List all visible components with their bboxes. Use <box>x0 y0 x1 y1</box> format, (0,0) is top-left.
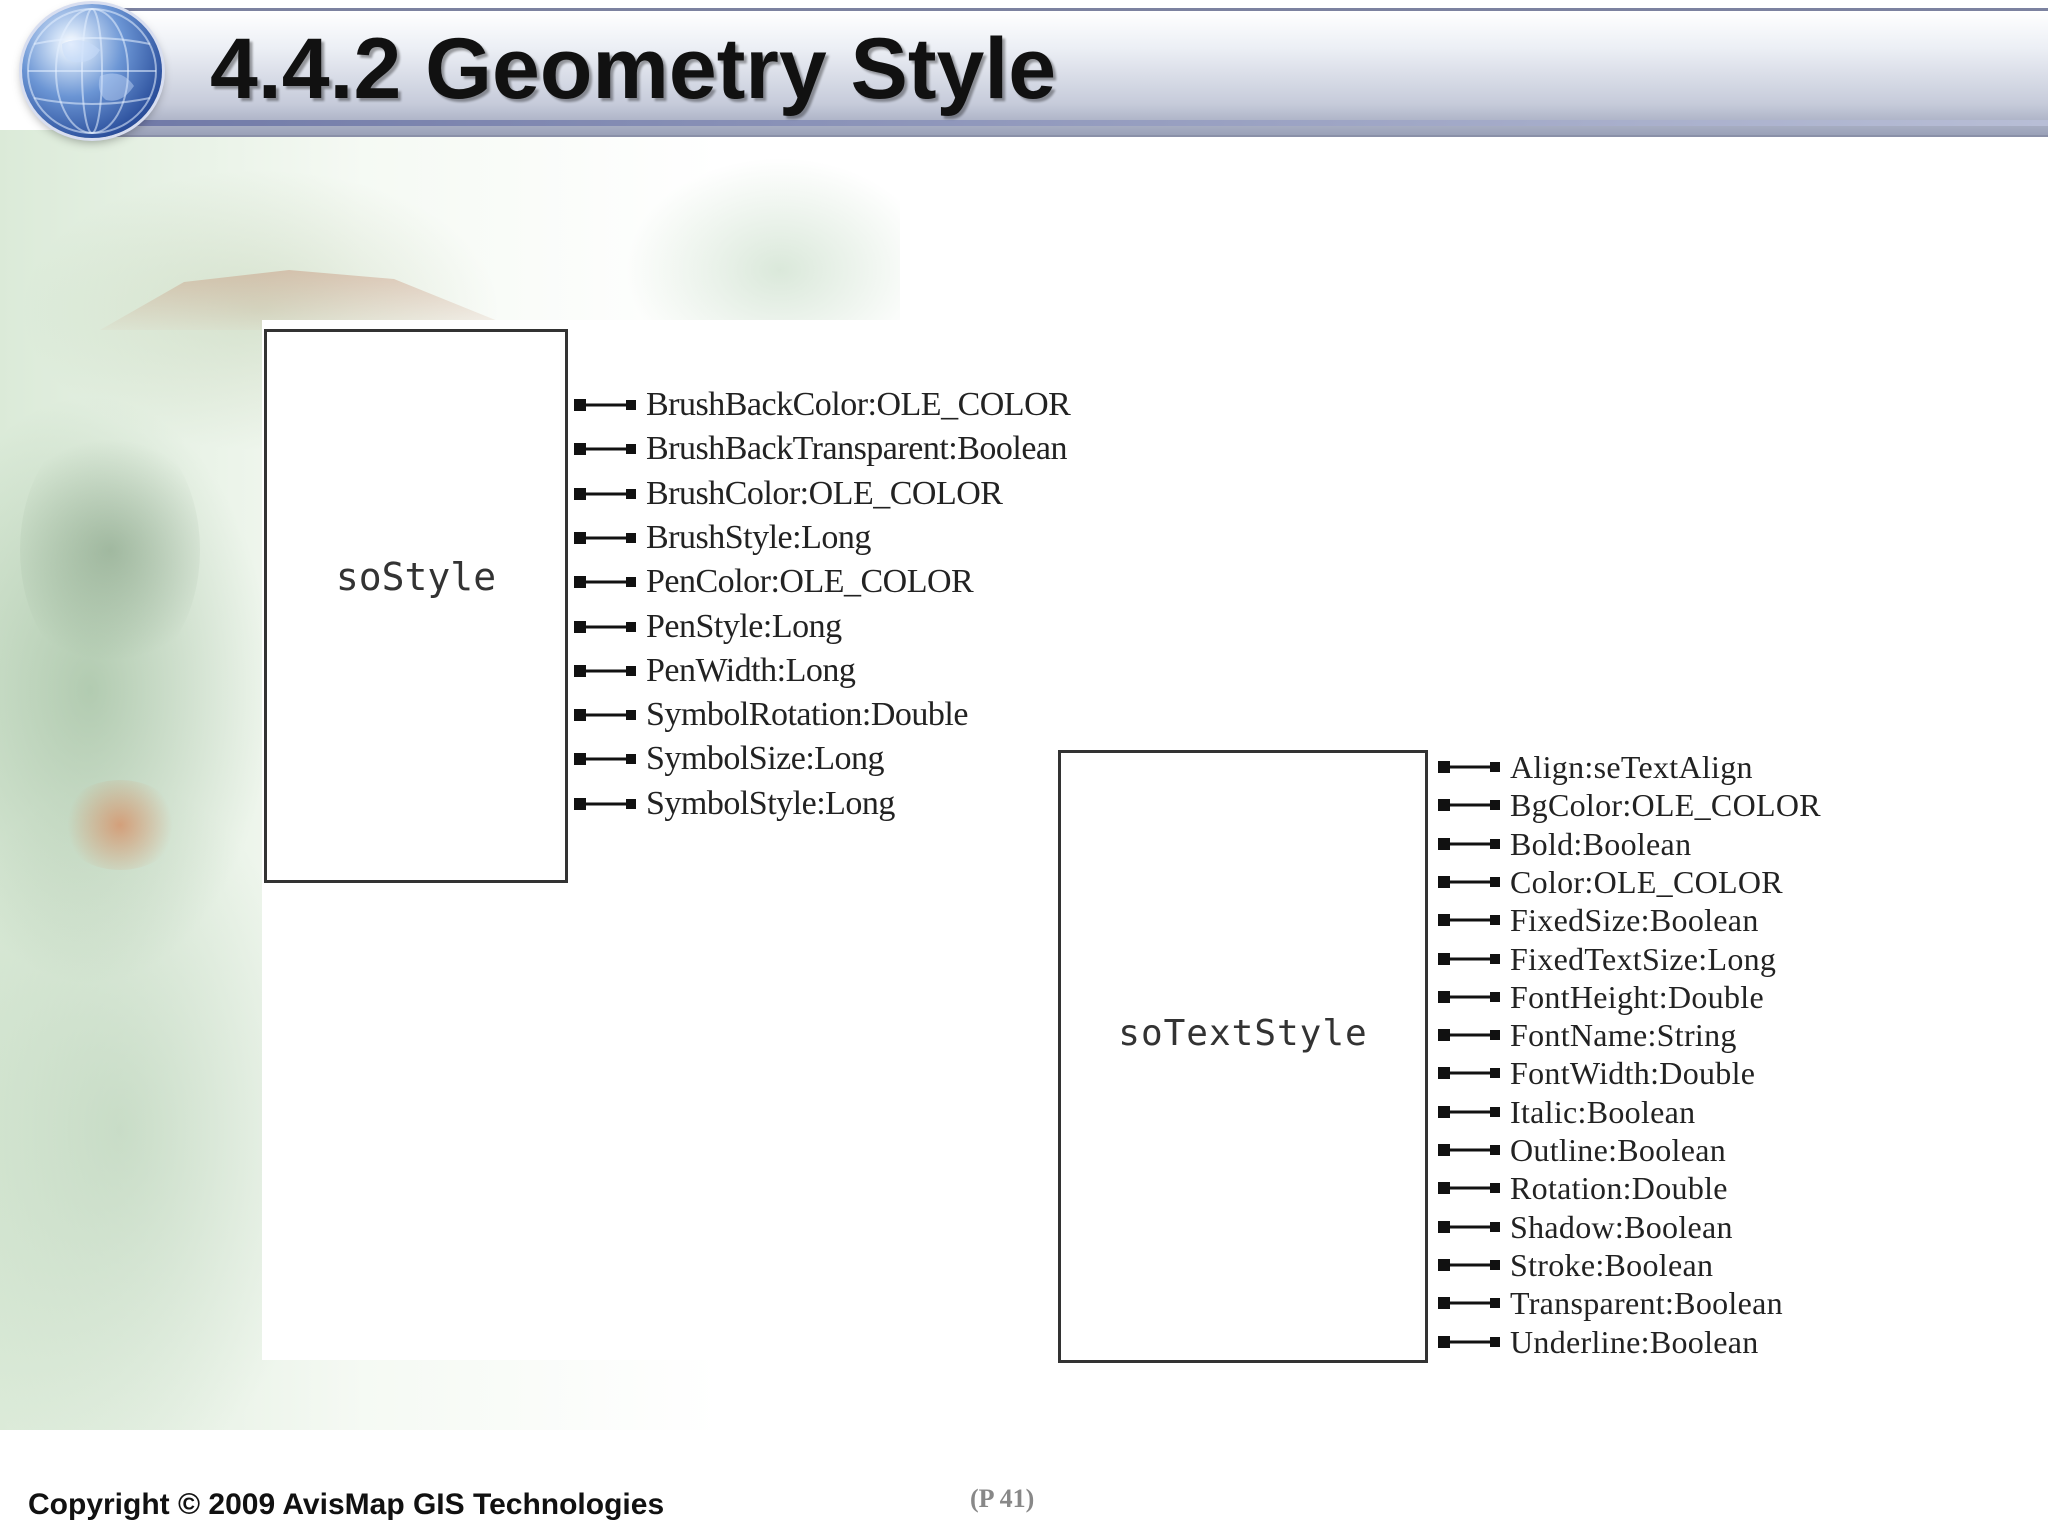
association-connector-icon <box>574 443 636 456</box>
attribute-label: Bold:Boolean <box>1510 825 1692 862</box>
association-connector-icon <box>1438 1029 1500 1042</box>
association-connector-icon <box>1438 952 1500 965</box>
association-connector-icon <box>574 620 636 633</box>
class-box-sostyle: soStyle <box>264 329 568 883</box>
association-connector-icon <box>574 576 636 589</box>
class-box-sotextstyle: soTextStyle <box>1058 750 1428 1363</box>
attribute-label: BrushBackColor:OLE_COLOR <box>646 386 1071 423</box>
association-connector-icon <box>574 531 636 544</box>
header-stripe <box>80 120 2048 126</box>
association-connector-icon <box>1438 799 1500 812</box>
attribute-label: SymbolRotation:Double <box>646 696 968 734</box>
attribute-label: Outline:Boolean <box>1510 1132 1727 1168</box>
attribute-label: BrushColor:OLE_COLOR <box>646 474 1003 512</box>
attribute-label: FontHeight:Double <box>1510 978 1764 1015</box>
association-connector-icon <box>574 487 636 500</box>
association-connector-icon <box>1438 1258 1500 1271</box>
attribute-label: PenWidth:Long <box>646 651 856 689</box>
attribute-label: FontWidth:Double <box>1510 1055 1756 1092</box>
attribute-label: BrushStyle:Long <box>646 518 871 556</box>
association-connector-icon <box>1438 1067 1500 1080</box>
association-connector-icon <box>1438 875 1500 888</box>
association-connector-icon <box>1438 914 1500 927</box>
association-connector-icon <box>574 797 636 810</box>
globe-icon <box>22 4 162 138</box>
attribute-label: Transparent:Boolean <box>1510 1285 1783 1322</box>
attribute-label: Italic:Boolean <box>1510 1093 1696 1130</box>
attribute-label: BrushBackTransparent:Boolean <box>646 430 1068 468</box>
association-connector-icon <box>1438 837 1500 850</box>
background-foliage <box>20 420 200 680</box>
attribute-label: Align:seTextAlign <box>1510 749 1753 785</box>
page-title: 4.4.2 Geometry Style <box>210 21 1057 117</box>
association-connector-icon <box>1438 1220 1500 1233</box>
association-connector-icon <box>574 709 636 722</box>
association-connector-icon <box>1438 990 1500 1003</box>
attribute-label: Underline:Boolean <box>1510 1323 1759 1360</box>
attribute-label: PenColor:OLE_COLOR <box>646 563 974 601</box>
footer-copyright: Copyright © 2009 AvisMap GIS Technologie… <box>28 1488 665 1521</box>
association-connector-icon <box>574 753 636 766</box>
association-connector-icon <box>1438 1182 1500 1195</box>
association-connector-icon <box>1438 761 1500 773</box>
slide-header: 4.4.2 Geometry Style <box>0 0 2048 140</box>
association-connector-icon <box>1438 1297 1500 1310</box>
attribute-label: FixedSize:Boolean <box>1510 902 1759 939</box>
attribute-label: Color:OLE_COLOR <box>1510 863 1783 900</box>
attribute-label: PenStyle:Long <box>646 607 842 645</box>
attribute-label: Rotation:Double <box>1510 1170 1728 1207</box>
association-connector-icon <box>1438 1335 1500 1348</box>
association-connector-icon <box>1438 1105 1500 1118</box>
attribute-label: SymbolStyle:Long <box>646 784 895 822</box>
page-number: (P 41) <box>970 1484 1035 1513</box>
attribute-label: FontName:String <box>1510 1017 1737 1054</box>
attribute-label: Shadow:Boolean <box>1510 1208 1733 1245</box>
attribute-label: Stroke:Boolean <box>1510 1246 1714 1283</box>
attribute-label: BgColor:OLE_COLOR <box>1510 787 1821 824</box>
attribute-label: FixedTextSize:Long <box>1510 940 1777 977</box>
association-connector-icon <box>574 664 636 677</box>
class-name-sotextstyle: soTextStyle <box>1118 1013 1368 1054</box>
association-connector-icon <box>574 399 636 411</box>
association-connector-icon <box>1438 1144 1500 1156</box>
background-foliage <box>60 780 180 870</box>
class-name-sostyle: soStyle <box>335 555 497 599</box>
attribute-label: SymbolSize:Long <box>646 740 885 778</box>
